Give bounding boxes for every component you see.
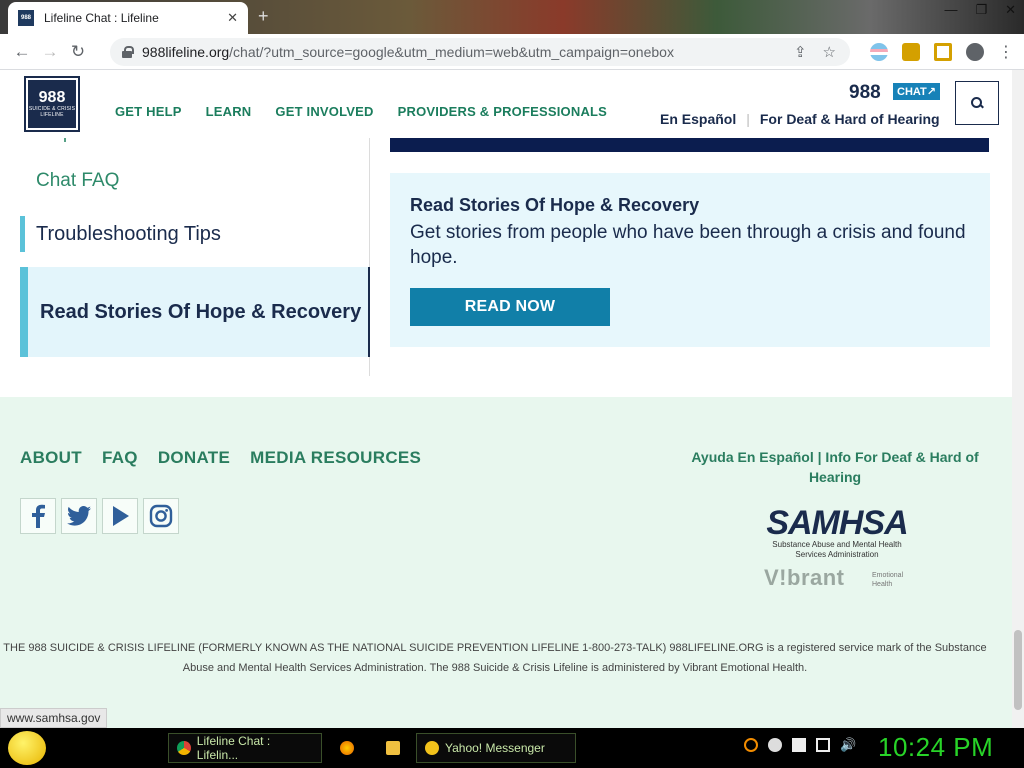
back-arrow-icon[interactable]: ← <box>8 38 36 66</box>
lang-separator: | <box>746 111 750 127</box>
read-now-button[interactable]: READ NOW <box>410 288 610 326</box>
footer-donate-link[interactable]: DONATE <box>158 448 230 468</box>
new-tab-plus-icon[interactable]: + <box>258 6 269 27</box>
main-nav: GET HELP LEARN GET INVOLVED PROVIDERS & … <box>115 104 607 119</box>
flag-tray-icon[interactable] <box>792 738 806 752</box>
twitter-icon[interactable] <box>61 498 97 534</box>
address-bar[interactable]: 988lifeline.org /chat/?utm_source=google… <box>110 38 850 66</box>
vibrant-logo[interactable]: V!brant Emotional Health <box>764 565 914 593</box>
legal-notice: THE 988 SUICIDE & CRISIS LIFELINE (FORME… <box>3 642 987 674</box>
logo-mark: 988 SUICIDE & CRISIS LIFELINE <box>28 80 76 128</box>
minimize-icon[interactable]: — <box>944 2 957 18</box>
site-favicon-icon: 988 <box>18 10 34 26</box>
samhsa-logo[interactable]: SAMHSA Substance Abuse and Mental Health… <box>762 506 912 560</box>
system-tray: 🔊 <box>744 738 856 752</box>
sidebar-item-troubleshooting[interactable]: Troubleshooting Tips <box>20 216 221 252</box>
taskbar-item-chrome[interactable]: Lifeline Chat : Lifelin... <box>168 733 322 763</box>
chat-badge[interactable]: CHAT↗ <box>893 83 940 100</box>
window-close-icon[interactable]: ✕ <box>1005 2 1016 18</box>
social-links <box>20 498 179 534</box>
taskbar-clock[interactable]: 10:24 PM <box>878 732 993 763</box>
instagram-icon[interactable] <box>143 498 179 534</box>
taskbar-item-yahoo[interactable]: Yahoo! Messenger <box>416 733 576 763</box>
site-header: 988 SUICIDE & CRISIS LIFELINE GET HELP L… <box>0 70 1012 138</box>
logo-number: 988 <box>38 89 66 106</box>
nav-get-help[interactable]: GET HELP <box>115 104 182 119</box>
nav-providers[interactable]: PROVIDERS & PROFESSIONALS <box>398 104 607 119</box>
vibrant-subtitle: Emotional Health <box>872 572 904 588</box>
deaf-hoh-link[interactable]: For Deaf & Hard of Hearing <box>760 111 940 127</box>
samhsa-subtitle: Substance Abuse and Mental Health Servic… <box>772 540 902 559</box>
logo-subtitle: SUICIDE & CRISIS LIFELINE <box>28 106 76 118</box>
samhsa-wordmark: SAMHSA <box>766 504 908 542</box>
language-links: En Español | For Deaf & Hard of Hearing <box>660 111 940 127</box>
stories-title: Read Stories Of Hope & Recovery <box>410 195 700 215</box>
sidebar-item-stories-active[interactable]: Read Stories Of Hope & Recovery <box>20 267 370 357</box>
bookmark-star-icon[interactable]: ☆ <box>823 43 836 61</box>
content-banner-bottom <box>390 138 989 152</box>
chat-label: CHAT <box>897 86 927 98</box>
browser-tab-strip: 988 Lifeline Chat : Lifeline ✕ + — ❐ ✕ <box>0 0 1024 34</box>
stories-card: Read Stories Of Hope & Recovery Get stor… <box>390 173 990 347</box>
stories-description: Get stories from people who have been th… <box>410 222 966 268</box>
volume-tray-icon[interactable]: 🔊 <box>840 738 856 752</box>
espanol-link[interactable]: En Español <box>660 111 736 127</box>
footer-language-links[interactable]: Ayuda En Español | Info For Deaf & Hard … <box>680 447 990 487</box>
yahoo-smiley-icon <box>425 741 439 755</box>
sidepanel-icon[interactable] <box>934 43 952 61</box>
external-link-icon: ↗ <box>926 86 936 98</box>
tab-title: Lifeline Chat : Lifeline <box>44 11 159 25</box>
scrollbar-thumb[interactable] <box>1014 630 1022 710</box>
vibrant-wordmark: V!brant <box>764 565 845 590</box>
link-status-url: www.samhsa.gov <box>0 708 108 728</box>
reload-icon[interactable]: ↻ <box>64 38 92 66</box>
nav-get-involved[interactable]: GET INVOLVED <box>275 104 373 119</box>
folder-icon[interactable] <box>386 741 400 755</box>
messenger-tray-icon[interactable] <box>768 738 782 752</box>
tab-close-icon[interactable]: ✕ <box>227 10 238 26</box>
window-controls: — ❐ ✕ <box>944 2 1016 18</box>
network-tray-icon[interactable] <box>816 738 830 752</box>
page-viewport: 988 SUICIDE & CRISIS LIFELINE GET HELP L… <box>0 70 1024 728</box>
youtube-icon[interactable] <box>102 498 138 534</box>
footer-links: ABOUT FAQ DONATE MEDIA RESOURCES <box>20 448 421 468</box>
lock-icon[interactable] <box>122 46 134 58</box>
taskbar-chrome-label: Lifeline Chat : Lifelin... <box>196 734 271 762</box>
start-smiley-icon[interactable] <box>8 731 46 765</box>
browser-tab[interactable]: 988 Lifeline Chat : Lifeline ✕ <box>8 2 248 34</box>
url-path: /chat/?utm_source=google&utm_medium=web&… <box>229 44 674 60</box>
sidebar-item-chat-faq[interactable]: Chat FAQ <box>36 170 119 192</box>
search-tray-icon[interactable] <box>744 738 758 752</box>
footer-about-link[interactable]: ABOUT <box>20 448 82 468</box>
988-lifeline-logo[interactable]: 988 SUICIDE & CRISIS LIFELINE <box>24 76 80 132</box>
omnibox-actions: ⇪ ☆ <box>794 43 836 61</box>
profile-avatar-icon[interactable] <box>966 43 984 61</box>
footer-faq-link[interactable]: FAQ <box>102 448 138 468</box>
sidebar: Helpful Resources Chat FAQ Troubleshooti… <box>0 126 370 376</box>
chrome-icon <box>177 741 191 755</box>
share-icon[interactable]: ⇪ <box>794 43 807 61</box>
browser-toolbar: ← → ↻ 988lifeline.org /chat/?utm_source=… <box>0 34 1024 70</box>
hotline-number[interactable]: 988 <box>849 82 881 104</box>
facebook-icon[interactable] <box>20 498 56 534</box>
nav-learn[interactable]: LEARN <box>206 104 252 119</box>
taskbar-yahoo-label: Yahoo! Messenger <box>445 741 545 755</box>
firefox-icon[interactable] <box>340 741 354 755</box>
footer-media-link[interactable]: MEDIA RESOURCES <box>250 448 421 468</box>
page-scrollbar[interactable] <box>1012 70 1024 728</box>
extensions-area: ⋮ <box>870 42 1014 62</box>
os-taskbar: Lifeline Chat : Lifelin... Yahoo! Messen… <box>0 728 1024 768</box>
search-icon <box>971 97 983 109</box>
forward-arrow-icon[interactable]: → <box>36 38 64 66</box>
site-footer: ABOUT FAQ DONATE MEDIA RESOURCES Ayuda E… <box>0 397 1012 728</box>
url-host: 988lifeline.org <box>142 44 230 60</box>
search-button[interactable] <box>955 81 999 125</box>
flag-extension-icon[interactable] <box>870 43 888 61</box>
maximize-icon[interactable]: ❐ <box>975 2 987 18</box>
menu-kebab-icon[interactable]: ⋮ <box>998 42 1014 62</box>
puzzle-extensions-icon[interactable] <box>902 43 920 61</box>
